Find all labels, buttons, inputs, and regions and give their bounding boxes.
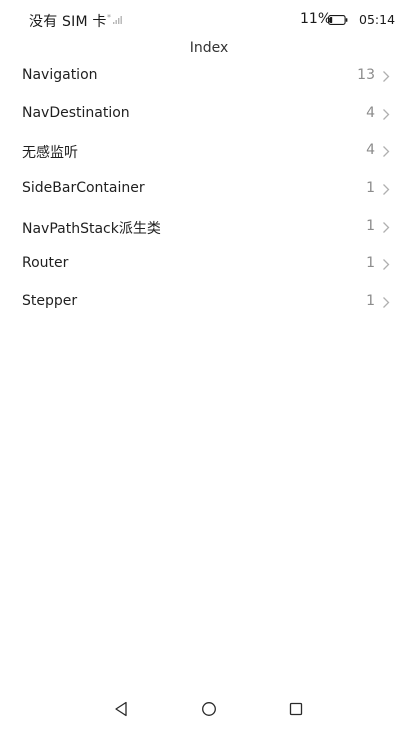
item-count: 4 [366,104,375,121]
list-item-navdestination[interactable]: NavDestination 4 [0,95,405,133]
item-count: 1 [366,293,375,310]
carrier-text: 没有 SIM 卡 [29,14,107,30]
item-count: 13 [357,67,375,83]
list-item-stepper[interactable]: Stepper 1 [0,283,405,321]
status-bar: 没有 SIM 卡 * 11% 05:14 [0,0,405,40]
chevron-right-icon [383,297,390,309]
home-circle-icon[interactable] [197,697,221,721]
svg-text:*: * [107,13,111,22]
chevron-right-icon [383,146,390,158]
page-title: Index [189,40,229,56]
screen: 没有 SIM 卡 * 11% 05:14 Index Navigation 13… [0,0,405,733]
back-triangle-icon[interactable] [110,697,134,721]
item-count: 4 [366,142,375,159]
list-item-sidebarcontainer[interactable]: SideBarContainer 1 [0,170,405,208]
list-item-navpathstack[interactable]: NavPathStack派生类 1 [0,208,405,246]
item-label: Navigation [22,67,98,83]
chevron-right-icon [383,71,390,82]
item-count: 1 [366,217,375,234]
list-item-observer[interactable]: 无感监听 4 [0,132,405,170]
chevron-right-icon [383,221,390,233]
chevron-right-icon [383,108,390,120]
item-label: SideBarContainer [22,180,145,197]
chevron-right-icon [383,184,390,196]
item-count: 1 [366,255,375,272]
battery-icon [328,15,348,25]
list-item-navigation[interactable]: Navigation 13 [0,57,405,95]
battery-percent: 11% [300,11,332,27]
item-label: NavDestination [22,104,130,121]
item-label: Stepper [22,293,78,310]
signal-icon: * [107,13,122,24]
list-item-router[interactable]: Router 1 [0,245,405,283]
system-nav-bar [0,693,405,733]
item-list: Navigation 13 NavDestination 4 无感监听 4 Si… [0,57,405,321]
item-label: NavPathStack派生类 [22,220,161,237]
item-label: Router [22,255,69,272]
clock-time: 05:14 [359,12,396,27]
chevron-right-icon [383,259,390,271]
item-label: 无感监听 [22,145,78,162]
recent-square-icon[interactable] [284,697,308,721]
item-count: 1 [366,180,375,197]
